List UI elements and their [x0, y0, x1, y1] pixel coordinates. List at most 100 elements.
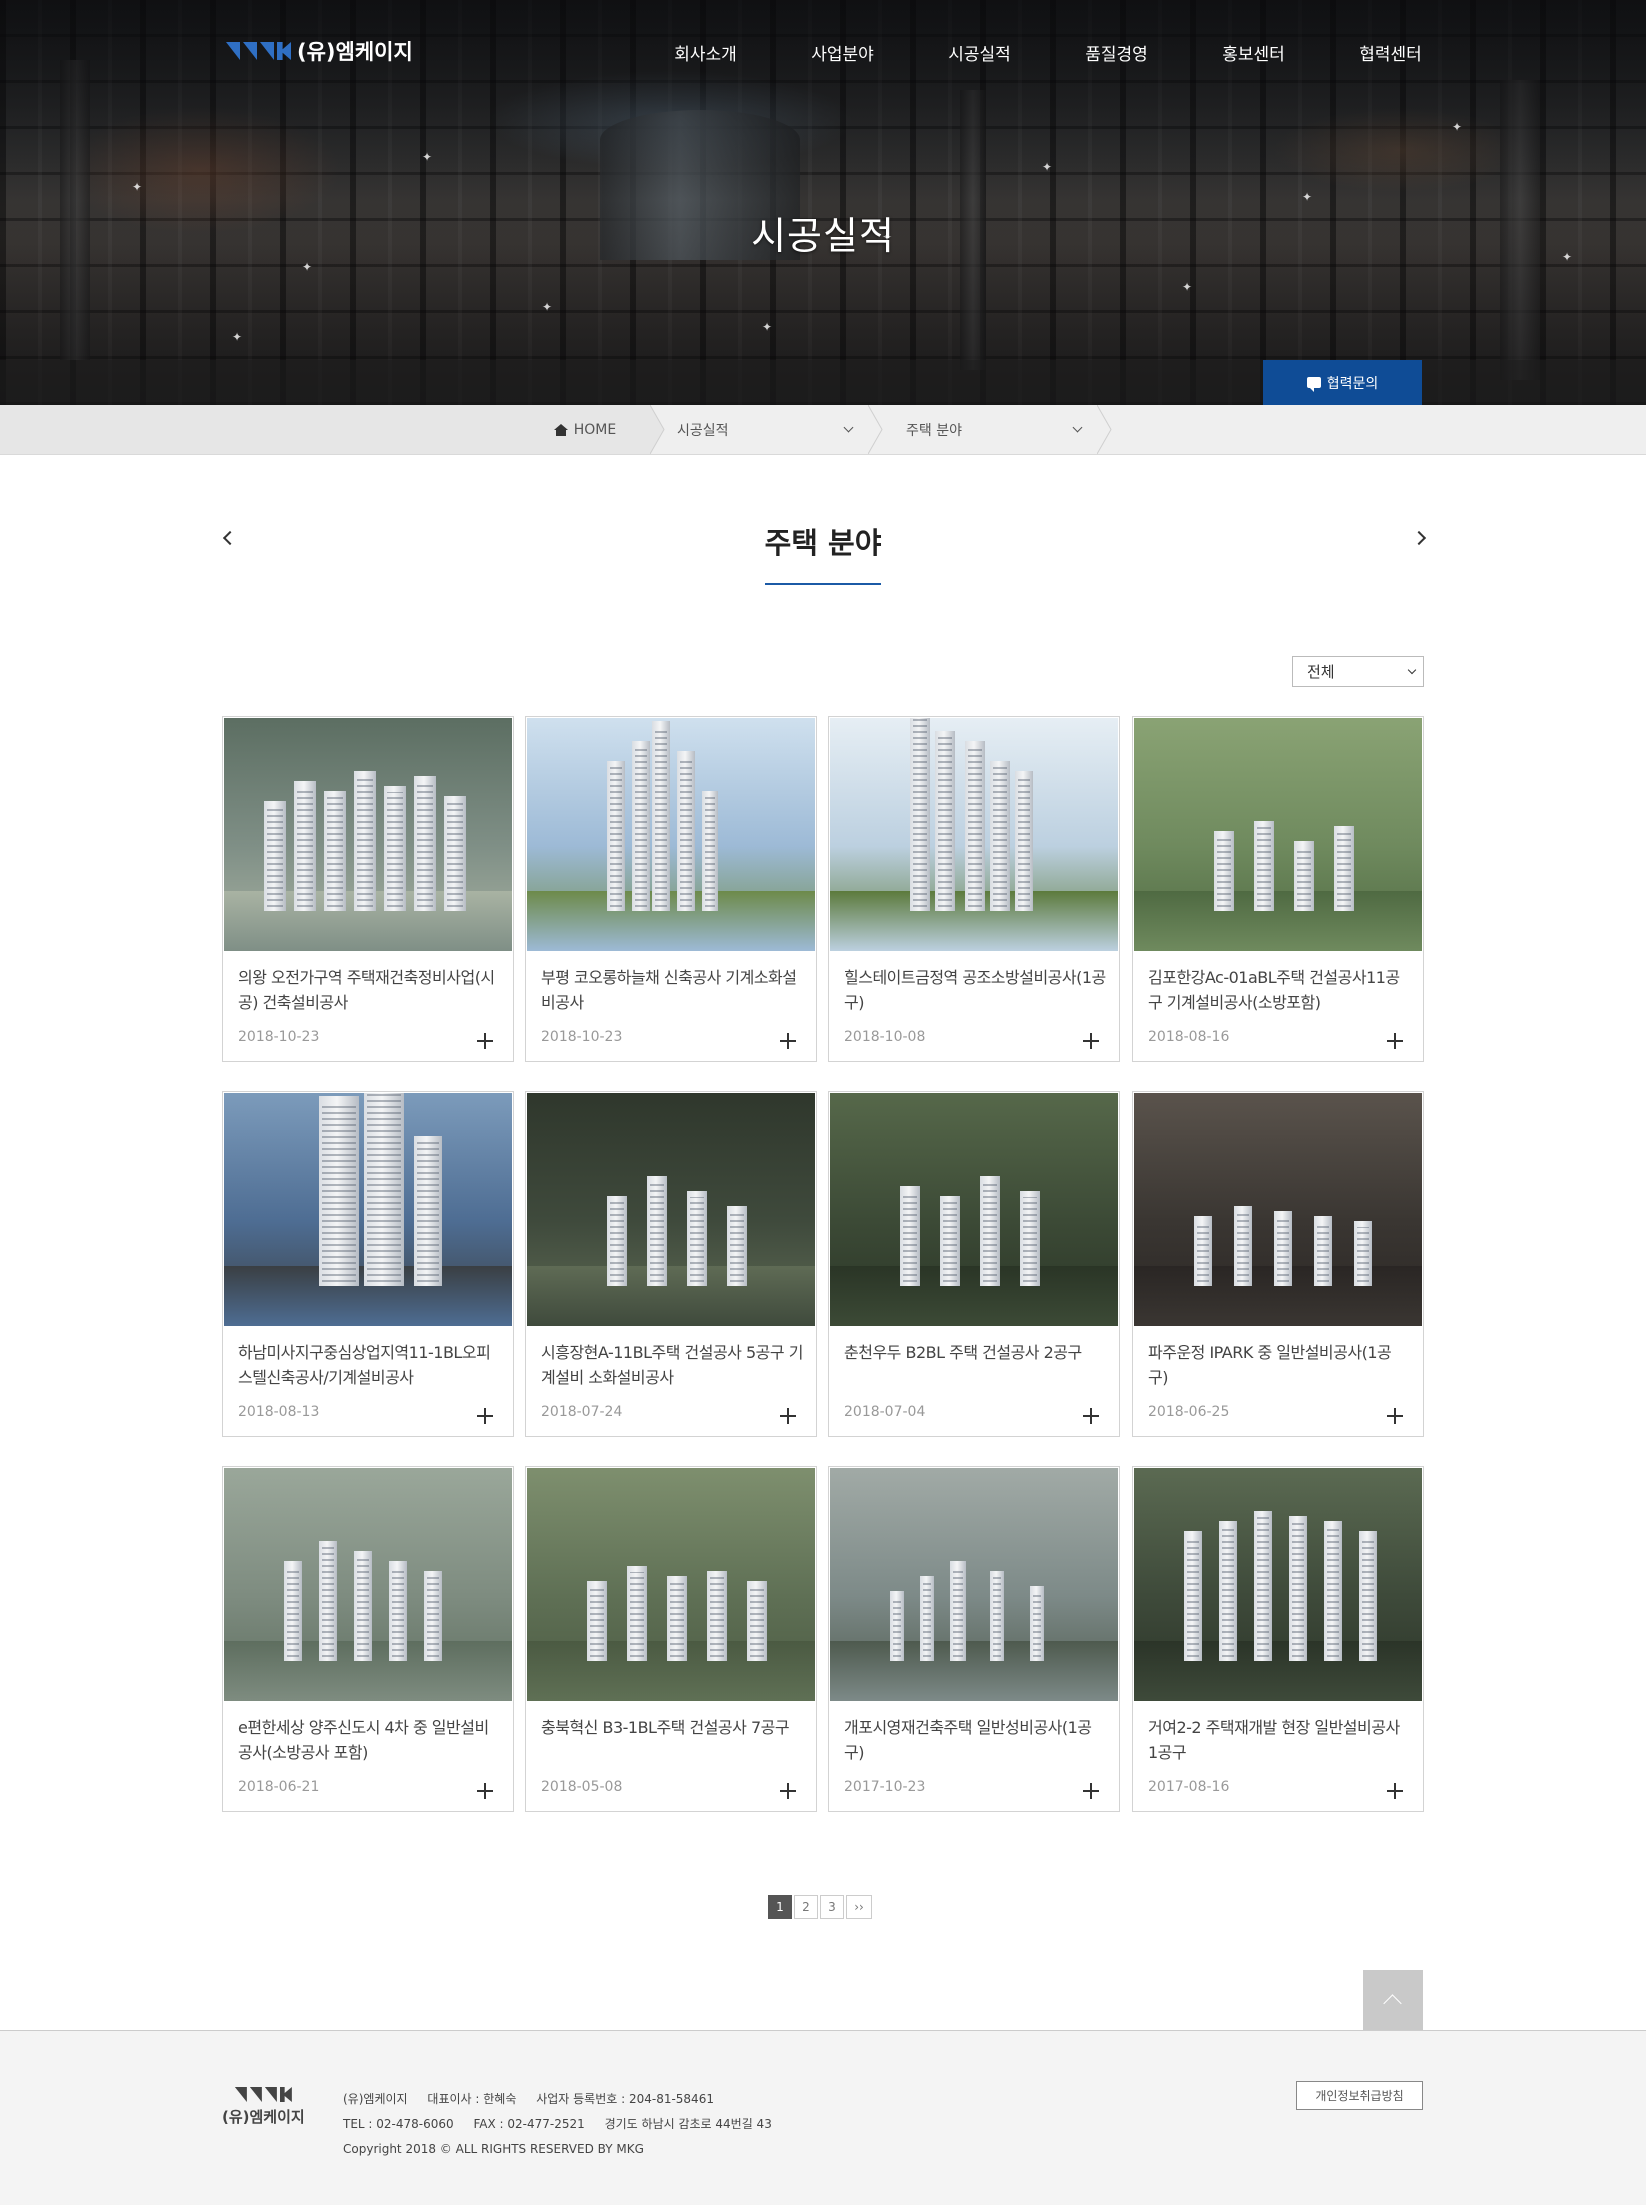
- building-graphic: [667, 1576, 687, 1661]
- category-filter-select[interactable]: 전체: [1292, 656, 1424, 687]
- building-graphic: [319, 1096, 359, 1286]
- project-title[interactable]: 파주운정 IPARK 중 일반설비공사(1공구): [1148, 1340, 1410, 1390]
- breadcrumb-home[interactable]: HOME: [520, 405, 650, 454]
- building-graphic: [319, 1541, 337, 1661]
- plus-icon[interactable]: [477, 1408, 493, 1424]
- sparkle-icon: ✦: [1181, 280, 1193, 294]
- footer-logo-mark-icon: [222, 2087, 305, 2102]
- project-thumbnail[interactable]: [224, 1093, 512, 1326]
- building-graphic: [990, 761, 1010, 911]
- thumbnail-ground: [1134, 891, 1422, 951]
- plus-icon[interactable]: [477, 1033, 493, 1049]
- project-card[interactable]: 김포한강Ac-01aBL주택 건설공사11공구 기계설비공사(소방포함) 2018…: [1132, 716, 1424, 1062]
- project-thumbnail[interactable]: [830, 1468, 1118, 1701]
- thumbnail-ground: [527, 1266, 815, 1326]
- breadcrumb-dropdown-category[interactable]: 시공실적: [655, 405, 870, 454]
- project-thumbnail[interactable]: [1134, 718, 1422, 951]
- nav-item-quality[interactable]: 품질경영: [1048, 40, 1185, 65]
- building-graphic: [607, 761, 625, 911]
- project-card[interactable]: 하남미사지구중심상업지역11-1BL오피스텔신축공사/기계설비공사 2018-08…: [222, 1091, 514, 1437]
- plus-icon[interactable]: [1387, 1033, 1403, 1049]
- project-title[interactable]: 춘천우두 B2BL 주택 건설공사 2공구: [844, 1340, 1106, 1365]
- plus-icon[interactable]: [1083, 1783, 1099, 1799]
- project-title[interactable]: e편한세상 양주신도시 4차 중 일반설비공사(소방공사 포함): [238, 1715, 500, 1765]
- project-title[interactable]: 하남미사지구중심상업지역11-1BL오피스텔신축공사/기계설비공사: [238, 1340, 500, 1390]
- project-card[interactable]: e편한세상 양주신도시 4차 중 일반설비공사(소방공사 포함) 2018-06-…: [222, 1466, 514, 1812]
- page-link-3[interactable]: 3: [820, 1895, 844, 1919]
- project-card[interactable]: 의왕 오전가구역 주택재건축정비사업(시공) 건축설비공사 2018-10-23: [222, 716, 514, 1062]
- project-card[interactable]: 거여2-2 주택재개발 현장 일반설비공사 1공구 2017-08-16: [1132, 1466, 1424, 1812]
- breadcrumb: HOME 시공실적 주택 분야: [0, 405, 1646, 455]
- building-graphic: [920, 1576, 934, 1661]
- logo-text: (유)엠케이지: [297, 40, 413, 64]
- project-thumbnail[interactable]: [830, 1093, 1118, 1326]
- footer-copyright: Copyright 2018 © ALL RIGHTS RESERVED BY …: [343, 2142, 644, 2156]
- logo[interactable]: (유)엠케이지: [226, 36, 413, 66]
- building-graphic: [444, 796, 466, 911]
- project-card[interactable]: 춘천우두 B2BL 주택 건설공사 2공구 2018-07-04: [828, 1091, 1120, 1437]
- project-title[interactable]: 힐스테이트금정역 공조소방설비공사(1공구): [844, 965, 1106, 1015]
- nav-item-projects[interactable]: 시공실적: [911, 40, 1048, 65]
- project-title[interactable]: 개포시영재건축주택 일반성비공사(1공구): [844, 1715, 1106, 1765]
- sparkle-icon: ✦: [421, 150, 433, 164]
- breadcrumb-dropdown-subcategory[interactable]: 주택 분야: [884, 405, 1099, 454]
- page-next-icon[interactable]: ››: [846, 1895, 872, 1919]
- project-title[interactable]: 김포한강Ac-01aBL주택 건설공사11공구 기계설비공사(소방포함): [1148, 965, 1410, 1015]
- building-graphic: [294, 781, 316, 911]
- building-graphic: [1359, 1531, 1377, 1661]
- project-card[interactable]: 시흥장현A-11BL주택 건설공사 5공구 기계설비 소화설비공사 2018-07…: [525, 1091, 817, 1437]
- page-link-1[interactable]: 1: [768, 1895, 792, 1919]
- plus-icon[interactable]: [780, 1033, 796, 1049]
- project-thumbnail[interactable]: [830, 718, 1118, 951]
- page-link-2[interactable]: 2: [794, 1895, 818, 1919]
- project-title[interactable]: 시흥장현A-11BL주택 건설공사 5공구 기계설비 소화설비공사: [541, 1340, 803, 1390]
- project-card[interactable]: 부평 코오롱하늘채 신축공사 기계소화설비공사 2018-10-23: [525, 716, 817, 1062]
- building-graphic: [607, 1196, 627, 1286]
- plus-icon[interactable]: [1083, 1408, 1099, 1424]
- project-date: 2018-07-04: [844, 1404, 926, 1420]
- project-thumbnail[interactable]: [1134, 1468, 1422, 1701]
- project-thumbnail[interactable]: [527, 718, 815, 951]
- project-card[interactable]: 개포시영재건축주택 일반성비공사(1공구) 2017-10-23: [828, 1466, 1120, 1812]
- project-card[interactable]: 충북혁신 B3-1BL주택 건설공사 7공구 2018-05-08: [525, 1466, 817, 1812]
- contact-button[interactable]: 협력문의: [1263, 360, 1422, 405]
- filter-selected-value: 전체: [1307, 663, 1335, 681]
- project-title[interactable]: 거여2-2 주택재개발 현장 일반설비공사 1공구: [1148, 1715, 1410, 1765]
- nav-item-company[interactable]: 회사소개: [637, 40, 774, 65]
- project-thumbnail[interactable]: [527, 1468, 815, 1701]
- page-title: 시공실적: [751, 214, 895, 258]
- project-title[interactable]: 충북혁신 B3-1BL주택 건설공사 7공구: [541, 1715, 803, 1740]
- contact-button-label: 협력문의: [1326, 374, 1379, 391]
- building-graphic: [1219, 1521, 1237, 1661]
- project-thumbnail[interactable]: [224, 1468, 512, 1701]
- building-graphic: [900, 1186, 920, 1286]
- plus-icon[interactable]: [1083, 1033, 1099, 1049]
- project-title[interactable]: 의왕 오전가구역 주택재건축정비사업(시공) 건축설비공사: [238, 965, 500, 1015]
- plus-icon[interactable]: [780, 1783, 796, 1799]
- privacy-policy-button[interactable]: 개인정보취급방침: [1296, 2081, 1423, 2110]
- building-graphic: [1254, 1511, 1272, 1661]
- project-thumbnail[interactable]: [1134, 1093, 1422, 1326]
- building-graphic: [587, 1581, 607, 1661]
- nav-item-partners[interactable]: 협력센터: [1322, 40, 1459, 65]
- site-footer: (유)엠케이지 (유)엠케이지 대표이사 : 한혜숙 사업자 등록번호 : 20…: [0, 2030, 1646, 2205]
- project-card[interactable]: 힐스테이트금정역 공조소방설비공사(1공구) 2018-10-08: [828, 716, 1120, 1062]
- plus-icon[interactable]: [477, 1783, 493, 1799]
- scroll-to-top-button[interactable]: [1363, 1970, 1423, 2030]
- project-thumbnail[interactable]: [527, 1093, 815, 1326]
- plus-icon[interactable]: [1387, 1783, 1403, 1799]
- thumbnail-ground: [830, 1266, 1118, 1326]
- project-date: 2018-08-16: [1148, 1029, 1230, 1045]
- nav-item-business[interactable]: 사업분야: [774, 40, 911, 65]
- footer-biz-no: 사업자 등록번호 : 204-81-58461: [536, 2092, 714, 2106]
- project-title[interactable]: 부평 코오롱하늘채 신축공사 기계소화설비공사: [541, 965, 803, 1015]
- nav-item-pr[interactable]: 홍보센터: [1185, 40, 1322, 65]
- building-graphic: [950, 1561, 966, 1661]
- project-card[interactable]: 파주운정 IPARK 중 일반설비공사(1공구) 2018-06-25: [1132, 1091, 1424, 1437]
- chevron-down-icon: [1072, 422, 1083, 433]
- plus-icon[interactable]: [1387, 1408, 1403, 1424]
- building-graphic: [414, 776, 436, 911]
- building-graphic: [1020, 1191, 1040, 1286]
- plus-icon[interactable]: [780, 1408, 796, 1424]
- project-thumbnail[interactable]: [224, 718, 512, 951]
